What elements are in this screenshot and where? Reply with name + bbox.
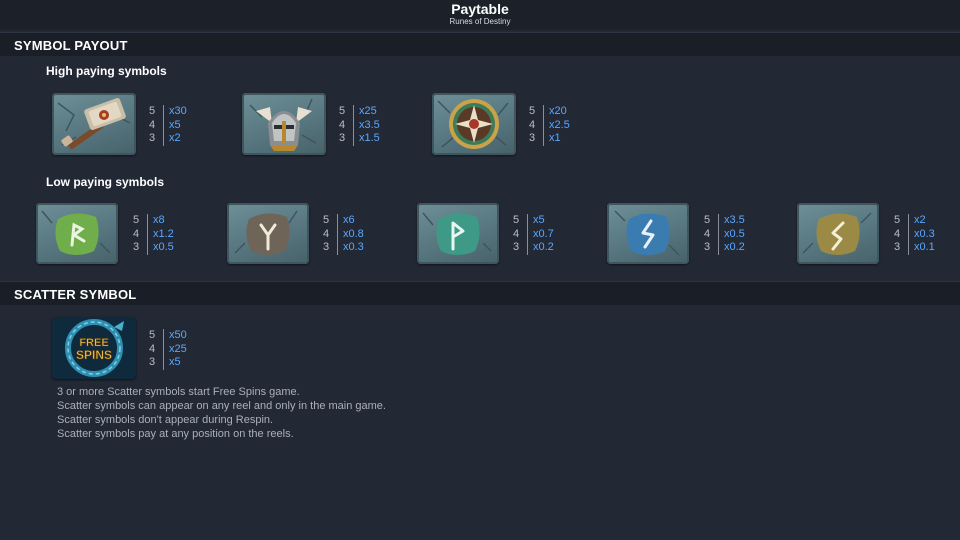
blue-rune-icon xyxy=(607,203,689,264)
helmet-payout-list: 5 x25 4 x3.5 3 x1.5 xyxy=(339,105,380,146)
brown-rune-payout-list: 5 x6 4 x0.8 3 x0.3 xyxy=(323,214,364,255)
game-name: Runes of Destiny xyxy=(449,17,511,26)
green-rune-icon xyxy=(36,203,118,264)
payout-row: 5 x3.5 xyxy=(704,214,745,228)
olive-rune-payout-list: 5 x2 4 x0.3 3 x0.1 xyxy=(894,214,935,255)
payout-row: 4 x25 xyxy=(149,342,187,356)
scatter-rule-line: Scatter symbols pay at any position on t… xyxy=(57,428,294,440)
payout-row: 3 x2 xyxy=(149,132,181,146)
green-rune-payout-list: 5 x8 4 x1.2 3 x0.5 xyxy=(133,214,174,255)
payout-row: 3 x0.2 xyxy=(513,241,554,255)
free-spins-scatter-icon: FREE SPINS xyxy=(52,317,136,379)
payout-row: 3 x0.3 xyxy=(323,241,364,255)
payout-row: 4 x5 xyxy=(149,118,181,132)
payout-row: 5 x30 xyxy=(149,105,187,119)
teal-rune-payout-list: 5 x5 4 x0.7 3 x0.2 xyxy=(513,214,554,255)
payout-row: 5 x25 xyxy=(339,105,377,119)
olive-rune-icon xyxy=(797,203,879,264)
payout-row: 3 x1.5 xyxy=(339,132,380,146)
scatter-rule-line: Scatter symbols can appear on any reel a… xyxy=(57,400,386,412)
scatter-symbol-bar: SCATTER SYMBOL xyxy=(0,281,960,305)
payout-row: 5 x6 xyxy=(323,214,355,228)
payout-row: 4 x3.5 xyxy=(339,118,380,132)
scatter-rule-line: Scatter symbols don't appear during Resp… xyxy=(57,414,274,426)
payout-row: 4 x0.7 xyxy=(513,227,554,241)
hammer-symbol-icon xyxy=(52,93,136,155)
payout-row: 5 x20 xyxy=(529,105,567,119)
high-paying-heading: High paying symbols xyxy=(46,64,167,78)
scatter-payout-list: 5 x50 4 x25 3 x5 xyxy=(149,329,187,370)
payout-row: 3 x0.5 xyxy=(133,241,174,255)
helmet-symbol-icon xyxy=(242,93,326,155)
payout-row: 3 x1 xyxy=(529,132,561,146)
payout-row: 4 x0.8 xyxy=(323,227,364,241)
payout-row: 5 x8 xyxy=(133,214,165,228)
payout-row: 3 x5 xyxy=(149,356,181,370)
payout-row: 5 x5 xyxy=(513,214,545,228)
payout-row: 4 x0.5 xyxy=(704,227,745,241)
payout-row: 5 x50 xyxy=(149,329,187,343)
symbol-payout-heading: SYMBOL PAYOUT xyxy=(14,38,128,53)
page-title: Paytable xyxy=(451,1,509,17)
low-paying-heading: Low paying symbols xyxy=(46,175,165,189)
payout-row: 3 x0.1 xyxy=(894,241,935,255)
brown-rune-icon xyxy=(227,203,309,264)
header: Paytable Runes of Destiny xyxy=(0,0,960,30)
shield-payout-list: 5 x20 4 x2.5 3 x1 xyxy=(529,105,570,146)
symbol-payout-bar: SYMBOL PAYOUT xyxy=(0,32,960,56)
hammer-payout-list: 5 x30 4 x5 3 x2 xyxy=(149,105,187,146)
scatter-rule-line: 3 or more Scatter symbols start Free Spi… xyxy=(57,386,300,398)
payout-row: 4 x1.2 xyxy=(133,227,174,241)
shield-symbol-icon xyxy=(432,93,516,155)
payout-row: 4 x2.5 xyxy=(529,118,570,132)
payout-row: 4 x0.3 xyxy=(894,227,935,241)
payout-row: 5 x2 xyxy=(894,214,926,228)
blue-rune-payout-list: 5 x3.5 4 x0.5 3 x0.2 xyxy=(704,214,745,255)
scatter-rules: 3 or more Scatter symbols start Free Spi… xyxy=(57,385,386,441)
scatter-symbol-heading: SCATTER SYMBOL xyxy=(14,287,137,302)
payout-row: 3 x0.2 xyxy=(704,241,745,255)
scatter-text-spins: SPINS xyxy=(76,348,112,362)
teal-rune-icon xyxy=(417,203,499,264)
